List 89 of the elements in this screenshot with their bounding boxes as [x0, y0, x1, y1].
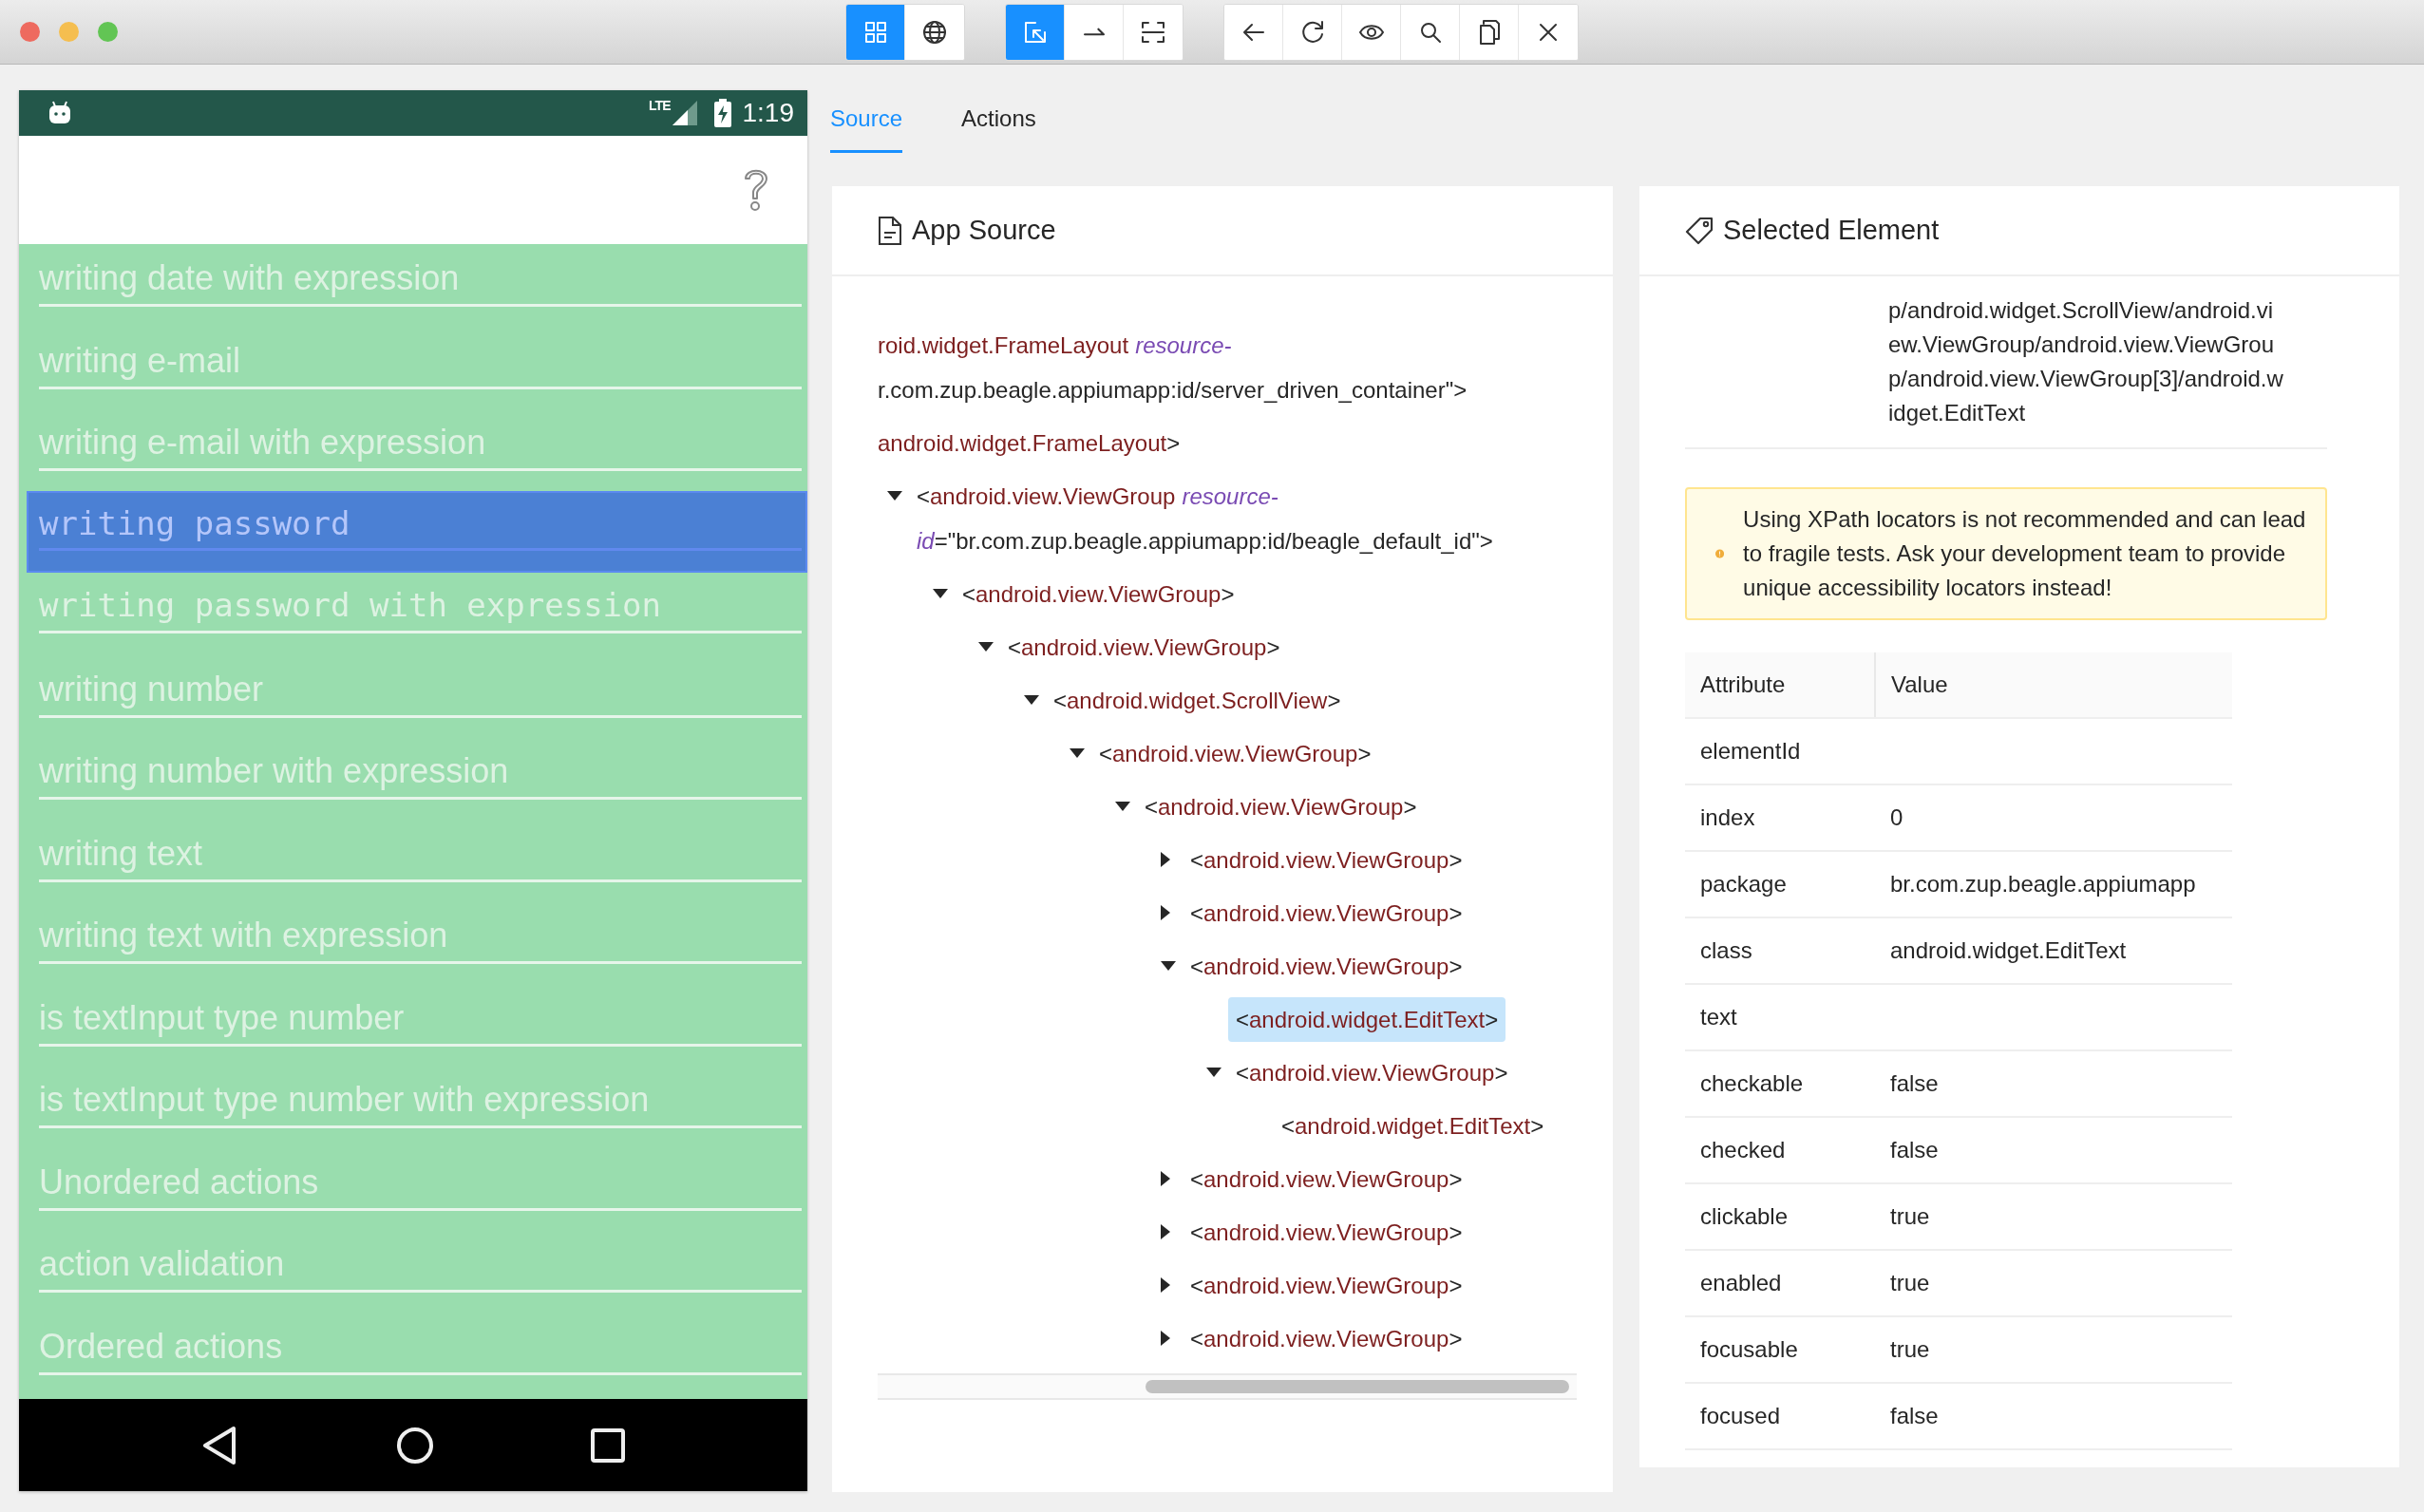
attribute-name: checked	[1685, 1117, 1875, 1183]
scrollbar-thumb[interactable]	[1146, 1380, 1569, 1393]
caret-right-icon[interactable]	[1161, 1331, 1170, 1346]
input-field[interactable]: writing number	[27, 654, 807, 737]
caret-down-icon[interactable]	[1070, 748, 1085, 758]
document-icon	[878, 216, 902, 245]
attribute-value: false	[1875, 1050, 2232, 1117]
caret-right-icon[interactable]	[1161, 905, 1170, 920]
tab[interactable]: Actions	[961, 90, 1036, 153]
tag-icon	[1685, 216, 1714, 245]
input-field[interactable]: Ordered actions	[27, 1312, 807, 1394]
attribute-name: clickable	[1685, 1183, 1875, 1250]
home-icon[interactable]	[396, 1426, 434, 1465]
attribute-name: checkable	[1685, 1050, 1875, 1117]
caret-down-icon[interactable]	[1115, 802, 1130, 811]
tree-node[interactable]: <android.view.ViewGroup>	[1099, 730, 1372, 776]
attribute-value: true	[1875, 1183, 2232, 1250]
attribute-value: false	[1875, 1383, 2232, 1449]
tree-node[interactable]: <android.view.ViewGroup>	[1190, 837, 1463, 882]
tree-node[interactable]: <android.view.ViewGroup>	[1190, 1209, 1463, 1255]
input-field[interactable]: is textInput type number	[27, 983, 807, 1066]
input-field[interactable]: writing e-mail with expression	[27, 408, 807, 491]
xpath-text: p/android.widget.ScrollView/android.vi	[1888, 296, 2275, 325]
tree-node[interactable]: <android.view.ViewGroup>	[1190, 890, 1463, 936]
globe-icon	[921, 18, 948, 46]
input-field[interactable]: writing password	[27, 490, 807, 573]
battery-charging-icon	[713, 99, 731, 127]
attribute-name: enabled	[1685, 1250, 1875, 1316]
input-field[interactable]: writing text with expression	[27, 901, 807, 984]
tree-node[interactable]: <android.widget.EditText>	[1281, 1103, 1544, 1148]
tree-node[interactable]: <android.view.ViewGroup>	[1236, 1049, 1508, 1095]
tree-node[interactable]: <android.view.ViewGroup resource- id="br.com.zup.beagle.appiumapp:id/beagle_default_id">	[917, 473, 1493, 563]
input-field[interactable]: writing number with expression	[27, 737, 807, 820]
input-field[interactable]: Unordered actions	[27, 1147, 807, 1230]
tree-node[interactable]: <android.view.ViewGroup>	[1145, 784, 1417, 829]
caret-down-icon[interactable]	[1024, 695, 1039, 705]
caret-down-icon[interactable]	[1161, 961, 1176, 971]
column-header: Value	[1875, 652, 2232, 718]
select-button[interactable]	[1006, 4, 1065, 60]
input-field[interactable]: writing e-mail	[27, 326, 807, 408]
input-field[interactable]: writing date with expression	[27, 244, 807, 327]
attribute-name: text	[1685, 984, 1875, 1050]
warning-message: Using XPath locators is not recommended and can lead to fragile tests. Ask your development team to provide unique accessibility locators instead!	[1743, 505, 2306, 602]
attribute-name: focused	[1685, 1383, 1875, 1449]
attribute-value: true	[1875, 1316, 2232, 1383]
network-type: LTE	[649, 97, 671, 115]
clock-time: 1:19	[742, 97, 794, 129]
attribute-value: android.widget.EditText	[1875, 917, 2232, 984]
xpath-text: ew.ViewGroup/android.view.ViewGrou	[1888, 331, 2275, 359]
attribute-value: br.com.zup.beagle.appiumapp	[1875, 851, 2232, 917]
input-field[interactable]: action validation	[27, 1230, 807, 1313]
tree-node[interactable]: <android.view.ViewGroup>	[1190, 1262, 1463, 1308]
caret-down-icon[interactable]	[887, 491, 902, 501]
xpath-text: p/android.view.ViewGroup[3]/android.w	[1888, 365, 2283, 393]
input-field[interactable]: is textInput type number with expression	[27, 1066, 807, 1148]
caret-right-icon[interactable]	[1161, 852, 1170, 867]
attribute-name: package	[1685, 851, 1875, 917]
recents-icon[interactable]	[590, 1427, 625, 1463]
caret-right-icon[interactable]	[1161, 1171, 1170, 1186]
tree-node[interactable]: <android.view.ViewGroup>	[1190, 943, 1463, 989]
caret-right-icon[interactable]	[1161, 1277, 1170, 1293]
swipe-icon	[1083, 28, 1105, 36]
back-arrow-button[interactable]	[1224, 4, 1283, 60]
android-icon	[47, 101, 72, 125]
column-header: Attribute	[1685, 652, 1875, 718]
attribute-value: false	[1875, 1117, 2232, 1183]
caret-down-icon[interactable]	[1206, 1068, 1221, 1077]
attribute-name: index	[1685, 784, 1875, 851]
xpath-text: idget.EditText	[1888, 399, 2027, 427]
caret-right-icon[interactable]	[1161, 1224, 1170, 1239]
tree-node[interactable]: <android.view.ViewGroup>	[962, 571, 1235, 616]
caret-down-icon[interactable]	[978, 642, 994, 652]
tree-node[interactable]: <android.view.ViewGroup>	[1190, 1315, 1463, 1361]
tree-node[interactable]: roid.widget.FrameLayout resource- r.com.zup.beagle.appiumapp:id/server_driven_container">	[878, 322, 1468, 412]
tree-node[interactable]: <android.view.ViewGroup>	[1190, 1156, 1463, 1201]
tree-node[interactable]: android.widget.FrameLayout>	[878, 420, 1181, 465]
tree-node[interactable]: <android.view.ViewGroup>	[1008, 624, 1280, 670]
input-field[interactable]: writing password with expression	[27, 573, 807, 655]
panel-title: Selected Element	[1723, 213, 1940, 247]
attribute-name: focusable	[1685, 1316, 1875, 1383]
attribute-name: elementId	[1685, 718, 1875, 784]
tree-node[interactable]: <android.widget.ScrollView>	[1053, 677, 1341, 723]
caret-down-icon[interactable]	[933, 589, 948, 598]
input-field[interactable]: writing text	[27, 819, 807, 901]
attribute-value: 0	[1875, 784, 2232, 851]
tree-node[interactable]: <android.widget.EditText>	[1228, 996, 1506, 1042]
attribute-value: true	[1875, 1250, 2232, 1316]
panel-title: App Source	[912, 213, 1056, 247]
attribute-name: class	[1685, 917, 1875, 984]
